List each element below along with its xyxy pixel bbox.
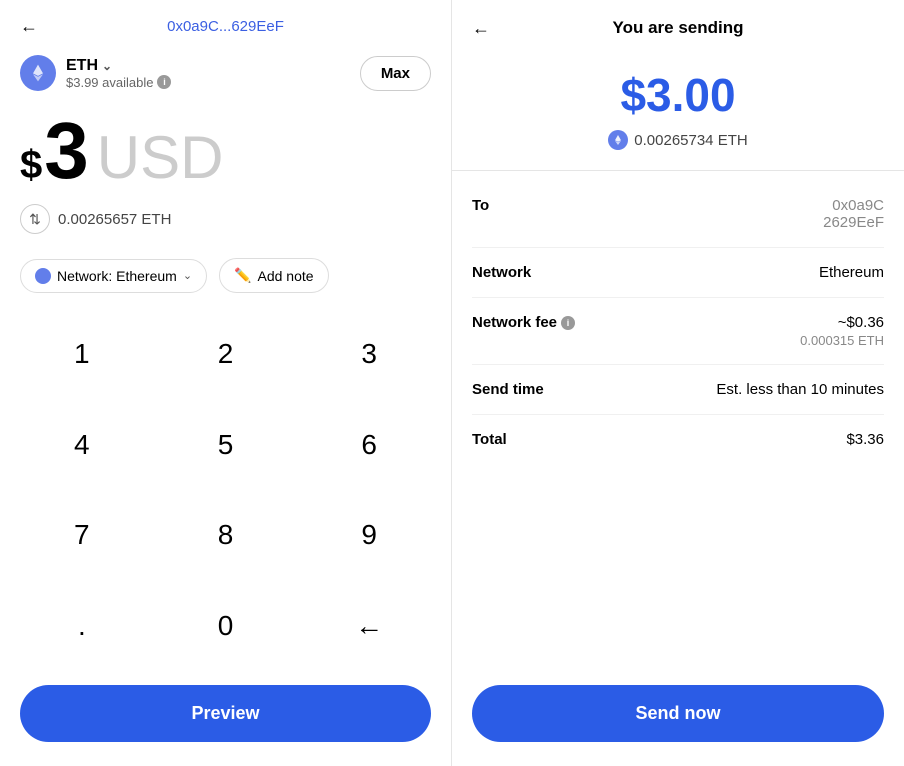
send-time-value: Est. less than 10 minutes	[716, 381, 884, 398]
numpad-4[interactable]: 4	[10, 400, 154, 491]
numpad-5[interactable]: 5	[154, 400, 298, 491]
numpad-1[interactable]: 1	[10, 309, 154, 400]
token-info: ETH ⌄ $3.99 available i	[20, 55, 171, 91]
to-address-line1: 0x0a9C	[823, 197, 884, 214]
send-usd-amount: $3.00	[620, 68, 735, 122]
info-icon: i	[157, 75, 171, 89]
token-row: ETH ⌄ $3.99 available i Max	[0, 45, 451, 101]
network-detail-value: Ethereum	[819, 264, 884, 281]
pencil-icon: ✏️	[234, 267, 251, 284]
max-button[interactable]: Max	[360, 56, 431, 91]
send-time-label: Send time	[472, 381, 544, 398]
numpad-2[interactable]: 2	[154, 309, 298, 400]
to-label: To	[472, 197, 489, 214]
swap-icon[interactable]: ⇅	[20, 204, 50, 234]
numpad-backspace[interactable]: ←	[297, 581, 441, 672]
add-note-label: Add note	[257, 268, 313, 284]
token-name[interactable]: ETH ⌄	[66, 57, 171, 75]
dollar-sign: $	[20, 143, 42, 188]
eth-icon-small	[608, 130, 628, 150]
network-eth-icon	[35, 268, 51, 284]
numpad-6[interactable]: 6	[297, 400, 441, 491]
amount-display: $ 3 USD	[0, 101, 451, 196]
to-address-line2: 2629EeF	[823, 214, 884, 231]
total-label: Total	[472, 431, 507, 448]
eth-equivalent-row: ⇅ 0.00265657 ETH	[0, 196, 451, 248]
send-eth-row: 0.00265734 ETH	[608, 130, 747, 150]
eth-amount-text: 0.00265657 ETH	[58, 211, 171, 228]
numpad-9[interactable]: 9	[297, 490, 441, 581]
add-note-button[interactable]: ✏️ Add note	[219, 258, 329, 293]
preview-button[interactable]: Preview	[20, 685, 431, 742]
fee-label: Network fee i	[472, 314, 575, 331]
token-available: $3.99 available i	[66, 75, 171, 90]
send-amount-section: $3.00 0.00265734 ETH	[452, 48, 904, 171]
network-label: Network: Ethereum	[57, 268, 177, 284]
send-now-button[interactable]: Send now	[472, 685, 884, 742]
total-value: $3.36	[846, 431, 884, 448]
options-row: Network: Ethereum ⌄ ✏️ Add note	[0, 248, 451, 309]
numpad-7[interactable]: 7	[10, 490, 154, 581]
network-row: Network Ethereum	[472, 248, 884, 298]
left-header: ← 0x0a9C...629EeF	[0, 0, 451, 45]
send-time-row: Send time Est. less than 10 minutes	[472, 365, 884, 415]
numpad-dot[interactable]: .	[10, 581, 154, 672]
network-detail-label: Network	[472, 264, 531, 281]
fee-eth-value: 0.000315 ETH	[800, 333, 884, 348]
details-section: To 0x0a9C 2629EeF Network Ethereum Netwo…	[452, 171, 904, 671]
token-name-row: ETH ⌄ $3.99 available i	[66, 57, 171, 90]
fee-value: ~$0.36	[800, 314, 884, 331]
back-arrow-right[interactable]: ←	[472, 18, 490, 39]
right-panel-title: You are sending	[613, 18, 744, 38]
network-chevron-icon: ⌄	[183, 269, 192, 282]
wallet-address: 0x0a9C...629EeF	[167, 18, 284, 35]
network-button[interactable]: Network: Ethereum ⌄	[20, 259, 207, 293]
fee-info-icon: i	[561, 316, 575, 330]
to-row: To 0x0a9C 2629EeF	[472, 181, 884, 248]
numpad: 1 2 3 4 5 6 7 8 9 . 0 ←	[0, 309, 451, 671]
token-chevron-icon: ⌄	[102, 59, 112, 73]
numpad-0[interactable]: 0	[154, 581, 298, 672]
right-header: ← You are sending	[452, 0, 904, 48]
right-panel: ← You are sending $3.00 0.00265734 ETH T…	[452, 0, 904, 766]
amount-currency: USD	[97, 123, 224, 192]
back-arrow-left[interactable]: ←	[20, 16, 38, 37]
total-row: Total $3.36	[472, 415, 884, 464]
amount-number: 3	[44, 111, 89, 191]
left-panel: ← 0x0a9C...629EeF ETH ⌄ $3.99 av	[0, 0, 452, 766]
numpad-8[interactable]: 8	[154, 490, 298, 581]
numpad-3[interactable]: 3	[297, 309, 441, 400]
eth-logo-icon	[20, 55, 56, 91]
fee-row: Network fee i ~$0.36 0.000315 ETH	[472, 298, 884, 365]
send-eth-amount: 0.00265734 ETH	[634, 132, 747, 149]
